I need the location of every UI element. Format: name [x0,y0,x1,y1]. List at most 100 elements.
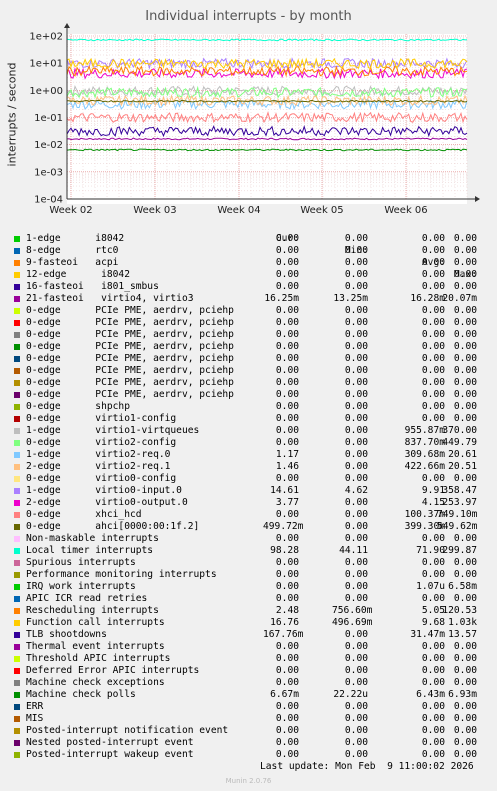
legend-max-value: 299.87 [442,545,477,556]
legend-series-name: 0-edge virtio2-config [26,437,177,448]
legend-series-name: 2-edge virtio0-output.0 [26,497,188,508]
legend-series-name: Machine check exceptions [26,677,165,688]
legend-swatch [14,704,20,710]
legend-swatch [14,308,20,314]
legend-cur-value: 2.48 [275,605,299,616]
legend-max-value: 0.00 [453,653,477,664]
legend-cur-value: 0.00 [275,713,299,724]
legend-row: APIC ICR read retries 0.00 0.00 0.00 0.00 [12,593,482,605]
legend-swatch [14,548,20,554]
legend-series-name: 1-edge i8042 [26,233,125,244]
legend-series-name: Thermal event interrupts [26,641,165,652]
legend-series-name: 8-edge rtc0 [26,245,119,256]
legend-cur-value: 0.00 [275,329,299,340]
legend-swatch [14,608,20,614]
legend-min-value: 0.00 [344,665,368,676]
legend-row: 0-edge PCIe PME, aerdrv, pciehp 0.00 0.00 0… [12,317,482,329]
legend-cur-value: 0.00 [275,305,299,316]
legend-max-value: 0.00 [453,413,477,424]
legend-cur-value: 0.00 [275,413,299,424]
legend-row: 8-edge rtc0 0.00 0.00 0.00 0.00 [12,245,482,257]
legend-series-name: 0-edge shpchp [26,401,130,412]
legend-max-value: 749.10m [437,509,478,520]
legend-cur-value: 499.72m [263,521,304,532]
legend-min-value: 0.00 [344,461,368,472]
legend-row: IRQ work interrupts 0.00 0.00 1.07u 6.58m [12,581,482,593]
legend-min-value: 0.00 [344,281,368,292]
legend-row: Machine check exceptions 0.00 0.00 0.00 0.00 [12,677,482,689]
legend-min-value: 0.00 [344,473,368,484]
legend-min-value: 13.25m [333,293,368,304]
legend-row: 0-edge PCIe PME, aerdrv, pciehp 0.00 0.00 0… [12,341,482,353]
legend-min-value: 0.00 [344,509,368,520]
legend-swatch [14,620,20,626]
legend-max-value: 0.00 [453,365,477,376]
legend-max-value: 0.00 [453,245,477,256]
legend-series-name: 0-edge PCIe PME, aerdrv, pciehp [26,389,234,400]
legend-series-name: IRQ work interrupts [26,581,136,592]
x-tick-label: Week 03 [133,205,176,216]
legend-cur-value: 0.00 [275,533,299,544]
legend-row: Thermal event interrupts 0.00 0.00 0.00 0.00 [12,641,482,653]
legend-cur-value: 0.00 [275,257,299,268]
legend-cur-value: 167.76m [263,629,304,640]
legend-series-name: Deferred Error APIC interrupts [26,665,200,676]
legend-cur-value: 16.25m [264,293,299,304]
legend-min-value: 496.69m [332,617,373,628]
legend-swatch [14,716,20,722]
x-tick-label: Week 05 [300,205,343,216]
legend-min-value: 0.00 [344,701,368,712]
legend-row: Machine check polls 6.67m 22.22u 6.43m 6.93m [12,689,482,701]
legend-swatch [14,476,20,482]
legend-min-value: 0.00 [344,557,368,568]
legend-max-value: 0.00 [453,569,477,580]
legend-series-name: MIS [26,713,44,724]
legend-cur-value: 0.00 [275,509,299,520]
legend-row: 1-edge virtio2-req.0 1.17 0.00 309.68m 20.61 [12,449,482,461]
y-tick-label: 1e+02 [29,32,63,43]
legend-row: Rescheduling interrupts 2.48 756.60m 5.05 12… [12,605,482,617]
legend-row: 0-edge PCIe PME, aerdrv, pciehp 0.00 0.00 0… [12,365,482,377]
legend-cur-value: 16.76 [270,617,299,628]
legend-cur-value: 0.00 [275,353,299,364]
legend-row: 1-edge virtio0-input.0 14.61 4.62 9.91 358.4… [12,485,482,497]
legend-header: Cur: Min: Avg: Max: [12,221,482,280]
legend-max-value: 0.00 [453,269,477,280]
legend-min-value: 0.00 [344,629,368,640]
legend-max-value: 20.51 [448,461,477,472]
legend-series-name: Function call interrupts [26,617,165,628]
legend-row: Threshold APIC interrupts 0.00 0.00 0.00 0.0… [12,653,482,665]
legend-cur-value: 0.00 [275,341,299,352]
legend-row: 0-edge PCIe PME, aerdrv, pciehp 0.00 0.00 0… [12,377,482,389]
legend-swatch [14,368,20,374]
legend-min-value: 0.00 [344,233,368,244]
legend-swatch [14,728,20,734]
legend-row: 0-edge PCIe PME, aerdrv, pciehp 0.00 0.00 0… [12,353,482,365]
legend-swatch [14,740,20,746]
legend-cur-value: 0.00 [275,401,299,412]
legend-series-name: Spurious interrupts [26,557,136,568]
legend-min-value: 0.00 [344,497,368,508]
legend-min-value: 0.00 [344,533,368,544]
legend-series-name: Posted-interrupt notification event [26,725,229,736]
legend-row: 1-edge virtio1-virtqueues 0.00 0.00 955.87m… [12,425,482,437]
legend-min-value: 0.00 [344,257,368,268]
legend-max-value: 20.07m [442,293,477,304]
legend-cur-value: 1.46 [275,461,299,472]
legend-max-value: 6.93m [448,689,477,700]
legend-swatch [14,440,20,446]
legend-min-value: 0.00 [344,305,368,316]
legend-swatch [14,596,20,602]
y-tick-label: 1e-02 [34,140,63,151]
legend-max-value: 0.00 [453,713,477,724]
legend-cur-value: 0.00 [275,245,299,256]
legend-max-value: 0.00 [453,677,477,688]
y-axis-arrow [64,23,70,28]
legend-row: 9-fasteoi acpi 0.00 0.00 0.00 0.00 [12,257,482,269]
legend-row: 21-fasteoi virtio4, virtio3 16.25m 13.25m 1… [12,293,482,305]
legend-series-name: Machine check polls [26,689,136,700]
legend-row: Local timer interrupts 98.28 44.11 71.90 299… [12,545,482,557]
legend-series-name: 21-fasteoi virtio4, virtio3 [26,293,194,304]
legend-cur-value: 6.67m [270,689,299,700]
legend-row: MIS 0.00 0.00 0.00 0.00 [12,713,482,725]
